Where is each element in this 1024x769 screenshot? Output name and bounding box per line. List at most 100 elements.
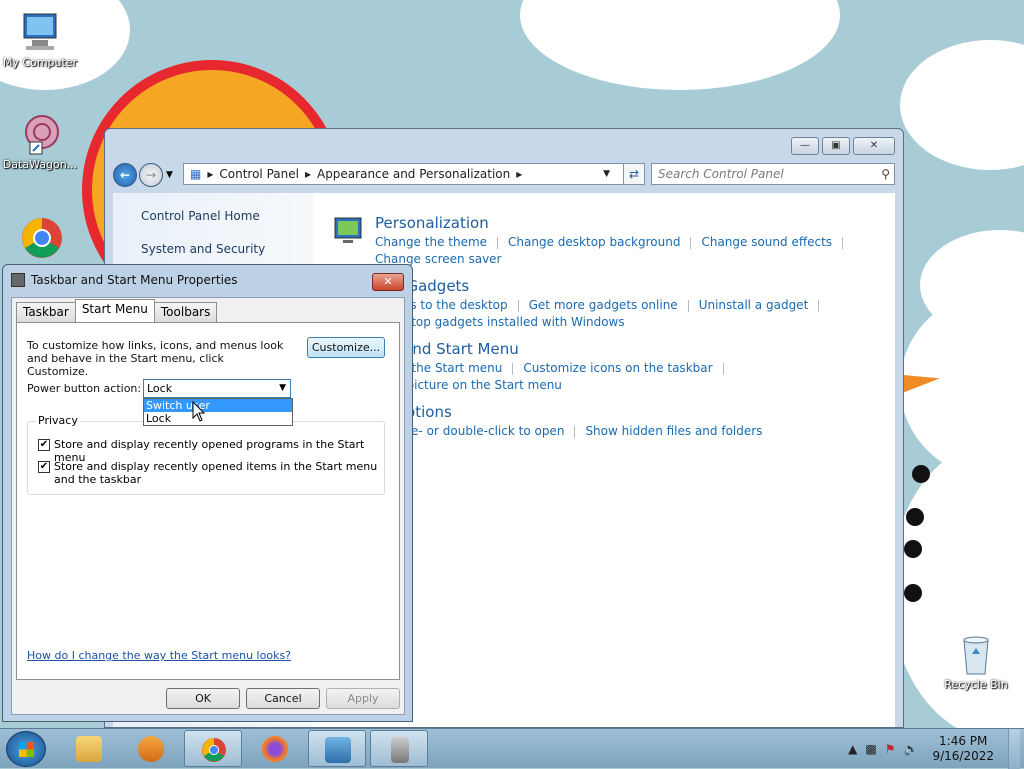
link-uninstall-gadget[interactable]: Uninstall a gadget <box>699 298 809 312</box>
apply-button[interactable]: Apply <box>326 688 400 709</box>
link-show-hidden-files[interactable]: Show hidden files and folders <box>585 424 762 438</box>
search-input[interactable]: Search Control Panel ⚲ <box>651 163 895 185</box>
search-icon[interactable]: ⚲ <box>881 164 890 184</box>
desktop-icon-datawagon[interactable]: DataWagon... <box>0 112 80 171</box>
privacy-group: Privacy ✔ Store and display recently ope… <box>27 414 385 495</box>
desktop-icon-chrome[interactable] <box>0 214 80 260</box>
minimize-button[interactable]: — <box>791 137 819 155</box>
snowman-button <box>904 584 922 602</box>
power-button-value: Lock <box>147 382 173 395</box>
personalization-icon <box>333 214 365 246</box>
cloud <box>900 40 1024 170</box>
checkbox-label: Store and display recently opened items … <box>54 460 378 486</box>
desktop-icon-label: DataWagon... <box>2 158 78 171</box>
link-change-theme[interactable]: Change the theme <box>375 235 487 249</box>
breadcrumb-control-panel[interactable]: Control Panel <box>219 167 299 181</box>
category-links: Change the theme Change desktop backgroun… <box>375 234 853 268</box>
snowman-button <box>912 465 930 483</box>
desktop-icon-label: My Computer <box>2 56 78 69</box>
recycle-bin-icon <box>954 632 998 676</box>
snowman-button <box>906 508 924 526</box>
clock-date: 9/16/2022 <box>932 749 994 763</box>
desktop-icon-label: Recycle Bin <box>944 678 1008 691</box>
link-change-sound[interactable]: Change sound effects <box>701 235 832 249</box>
category-title[interactable]: Personalization <box>375 214 489 232</box>
category-links: dgets to the desktop Get more gadgets onl… <box>383 297 829 331</box>
link-get-more-gadgets[interactable]: Get more gadgets online <box>529 298 678 312</box>
checkbox-recent-items[interactable]: ✔ Store and display recently opened item… <box>38 460 378 486</box>
start-button[interactable] <box>6 731 46 767</box>
chevron-down-icon: ▼ <box>279 383 286 393</box>
cancel-button[interactable]: Cancel <box>246 688 320 709</box>
taskbar-media-player[interactable] <box>122 730 180 767</box>
address-dropdown-icon[interactable]: ▼ <box>603 169 610 179</box>
checkmark-icon: ✔ <box>38 439 50 451</box>
dialog-title: Taskbar and Start Menu Properties <box>31 273 238 287</box>
system-tray: ▲ ▩ ⚑ 🔈 1:46 PM 9/16/2022 <box>844 729 1020 769</box>
taskbar-properties-icon <box>391 737 409 763</box>
taskbar-control-panel[interactable] <box>308 730 366 767</box>
ok-button[interactable]: OK <box>166 688 240 709</box>
dialog-body: Taskbar Start Menu Toolbars To customize… <box>11 297 405 715</box>
search-placeholder: Search Control Panel <box>658 167 784 181</box>
nav-control-panel-home[interactable]: Control Panel Home <box>141 209 260 223</box>
chrome-icon <box>18 214 62 258</box>
dialog-title-bar: Taskbar and Start Menu Properties <box>11 273 238 287</box>
folder-icon <box>76 736 102 762</box>
desktop-icon-my-computer[interactable]: My Computer <box>0 10 80 69</box>
volume-icon[interactable]: 🔈 <box>904 742 919 756</box>
nav-system-and-security[interactable]: System and Security <box>141 242 265 256</box>
action-center-icon[interactable]: ⚑ <box>885 742 896 756</box>
taskbar-properties[interactable] <box>370 730 428 767</box>
control-panel-icon <box>325 737 351 763</box>
window-controls: — ▣ ✕ <box>791 137 895 155</box>
category-links: single- or double-click to open Show hidd… <box>383 423 762 440</box>
category-list: Personalization Change the theme Change d… <box>333 193 895 727</box>
customize-button[interactable]: Customize... <box>307 337 385 358</box>
network-icon[interactable]: ▩ <box>865 742 876 756</box>
control-panel-icon: ▦ <box>190 167 202 181</box>
tab-strip: Taskbar Start Menu Toolbars <box>16 299 218 322</box>
show-hidden-icons[interactable]: ▲ <box>848 742 857 756</box>
start-menu-panel: To customize how links, icons, and menus… <box>16 322 400 680</box>
snowman-button <box>904 540 922 558</box>
taskbar-properties-icon <box>11 273 25 287</box>
maximize-button[interactable]: ▣ <box>822 137 850 155</box>
breadcrumb-appearance[interactable]: Appearance and Personalization <box>317 167 510 181</box>
chrome-icon <box>201 737 227 763</box>
help-link[interactable]: How do I change the way the Start menu l… <box>27 649 291 662</box>
forward-button[interactable]: → <box>139 163 163 187</box>
windows-logo-icon <box>19 742 34 757</box>
recent-pages-icon[interactable]: ▼ <box>166 170 173 180</box>
tab-toolbars[interactable]: Toolbars <box>153 302 218 322</box>
taskbar-firefox[interactable] <box>246 730 304 767</box>
category-links: nize the Start menu Customize icons on th… <box>383 360 734 394</box>
show-desktop-button[interactable] <box>1008 729 1020 769</box>
firefox-icon <box>262 736 288 762</box>
taskbar-properties-dialog: Taskbar and Start Menu Properties ✕ Task… <box>2 264 413 722</box>
refresh-button[interactable]: ⇄ <box>623 163 645 185</box>
taskbar-chrome[interactable] <box>184 730 242 767</box>
media-player-icon <box>138 736 164 762</box>
back-button[interactable]: ← <box>113 163 137 187</box>
link-restore-gadgets[interactable]: desktop gadgets installed with Windows <box>383 315 625 329</box>
link-change-background[interactable]: Change desktop background <box>508 235 680 249</box>
desktop-icon-recycle-bin[interactable]: Recycle Bin <box>936 632 1016 691</box>
dialog-close-button[interactable]: ✕ <box>372 273 404 291</box>
clock-time: 1:46 PM <box>939 734 988 748</box>
tab-taskbar[interactable]: Taskbar <box>16 302 76 322</box>
cloud <box>520 0 840 90</box>
taskbar: ▲ ▩ ⚑ 🔈 1:46 PM 9/16/2022 <box>0 728 1024 769</box>
option-lock[interactable]: Lock <box>144 412 292 425</box>
power-button-select[interactable]: Lock ▼ <box>143 379 291 398</box>
address-bar[interactable]: ▦ ▸ Control Panel ▸ Appearance and Perso… <box>183 163 643 185</box>
description-text: To customize how links, icons, and menus… <box>27 339 284 378</box>
clock[interactable]: 1:46 PM 9/16/2022 <box>932 734 994 764</box>
option-switch-user[interactable]: Switch user <box>144 399 292 412</box>
close-button[interactable]: ✕ <box>853 137 895 155</box>
tab-start-menu[interactable]: Start Menu <box>74 299 155 322</box>
link-customize-icons[interactable]: Customize icons on the taskbar <box>523 361 712 375</box>
taskbar-explorer[interactable] <box>60 730 118 767</box>
checkmark-icon: ✔ <box>38 461 50 473</box>
power-button-label: Power button action: <box>27 382 142 395</box>
